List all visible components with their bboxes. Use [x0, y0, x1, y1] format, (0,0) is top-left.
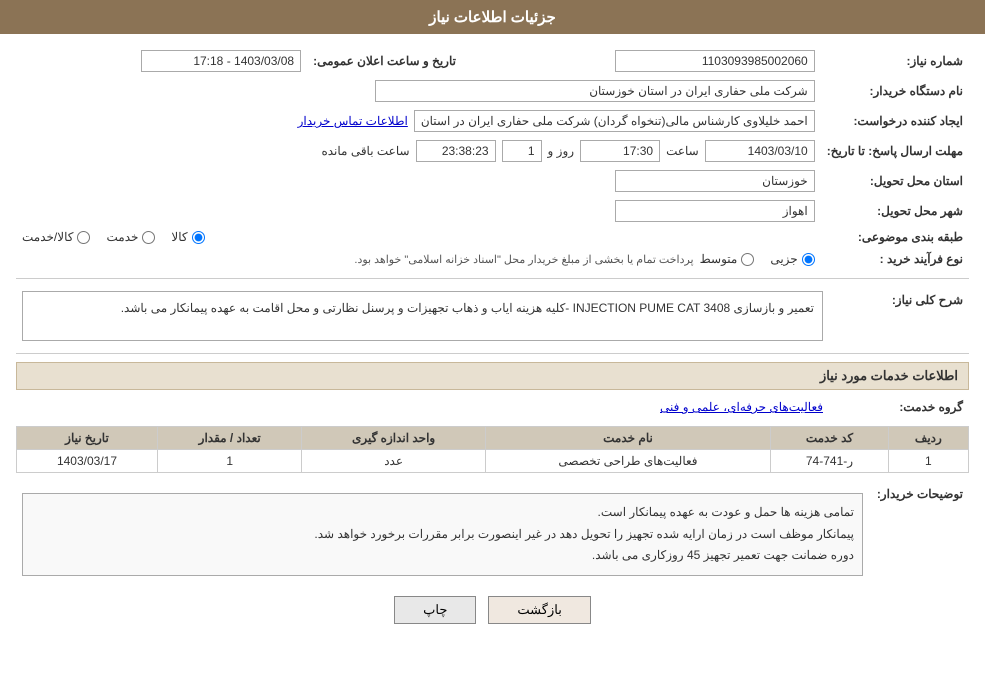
buyer-notes-table: توضیحات خریدار: تمامی هزینه ها حمل و عود…	[16, 481, 969, 580]
content-area: شماره نیاز: 1103093985002060 تاریخ و ساع…	[0, 34, 985, 636]
purchase-radio-group: متوسط جزیی	[700, 252, 815, 266]
table-row: 1 ر-741-74 فعالیت‌های طراحی تخصصی عدد 1 …	[17, 450, 969, 473]
city-cell: اهواز	[16, 196, 821, 226]
cell-code: ر-741-74	[771, 450, 889, 473]
creator-cell: احمد خلیلاوی کارشناس مالی(تنخواه گردان) …	[16, 106, 821, 136]
back-button[interactable]: بازگشت	[488, 596, 590, 624]
category-radio-kala[interactable]: کالا	[171, 230, 204, 244]
reply-remaining-label: ساعت باقی مانده	[321, 144, 409, 158]
print-button[interactable]: چاپ	[394, 596, 476, 624]
description-value: تعمیر و بازسازی INJECTION PUME CAT 3408 …	[22, 291, 823, 341]
need-number-cell: 1103093985002060	[462, 46, 821, 76]
service-group-value[interactable]: فعالیت‌های حرفه‌ای، علمی و فنی	[660, 400, 823, 414]
need-number-value: 1103093985002060	[615, 50, 815, 72]
category-radio-khadamat-input[interactable]	[142, 231, 155, 244]
category-label: طبقه بندی موضوعی:	[821, 226, 969, 248]
category-cell: کالا/خدمت خدمت کالا	[16, 226, 821, 248]
reply-days-label: روز و	[548, 144, 575, 158]
divider-2	[16, 353, 969, 354]
category-radio-kala-khadamat-input[interactable]	[77, 231, 90, 244]
reply-deadline-label: مهلت ارسال پاسخ: تا تاریخ:	[821, 136, 969, 166]
buyer-notes-cell: تمامی هزینه ها حمل و عودت به عهده پیمانک…	[16, 481, 869, 580]
reply-deadline-cell: 1403/03/10 ساعت 17:30 روز و 1 23:38:23 س…	[16, 136, 821, 166]
buyer-name-label: نام دستگاه خریدار:	[821, 76, 969, 106]
buyer-name-value: شرکت ملی حفاری ایران در استان خوزستان	[375, 80, 815, 102]
service-group-cell: فعالیت‌های حرفه‌ای، علمی و فنی	[16, 396, 829, 418]
description-cell: تعمیر و بازسازی INJECTION PUME CAT 3408 …	[16, 287, 829, 345]
purchase-type-cell: متوسط جزیی پرداخت تمام یا بخشی از مبلغ خ…	[16, 248, 821, 270]
city-label: شهر محل تحویل:	[821, 196, 969, 226]
public-announce-value: 1403/03/08 - 17:18	[141, 50, 301, 72]
cell-row: 1	[888, 450, 968, 473]
reply-deadline-row: 1403/03/10 ساعت 17:30 روز و 1 23:38:23 س…	[22, 140, 815, 162]
page-header: جزئیات اطلاعات نیاز	[0, 0, 985, 34]
purchase-radio-jozi[interactable]: جزیی	[770, 252, 814, 266]
services-table: ردیف کد خدمت نام خدمت واحد اندازه گیری ت…	[16, 426, 969, 473]
purchase-type-label: نوع فرآیند خرید :	[821, 248, 969, 270]
province-value: خوزستان	[615, 170, 815, 192]
category-radio-kala-khadamat[interactable]: کالا/خدمت	[22, 230, 90, 244]
purchase-label-motavaset: متوسط	[700, 252, 738, 266]
col-name: نام خدمت	[485, 427, 770, 450]
reply-remaining-value: 23:38:23	[416, 140, 496, 162]
creator-row: احمد خلیلاوی کارشناس مالی(تنخواه گردان) …	[22, 110, 815, 132]
col-code: کد خدمت	[771, 427, 889, 450]
reply-days-value: 1	[502, 140, 542, 162]
description-table: شرح کلی نیاز: تعمیر و بازسازی INJECTION …	[16, 287, 969, 345]
creator-link[interactable]: اطلاعات تماس خریدار	[298, 114, 408, 128]
col-date: تاریخ نیاز	[17, 427, 158, 450]
creator-value: احمد خلیلاوی کارشناس مالی(تنخواه گردان) …	[414, 110, 815, 132]
purchase-note: پرداخت تمام یا بخشی از مبلغ خریدار محل "…	[354, 253, 693, 266]
public-announce-cell: 1403/03/08 - 17:18	[16, 46, 307, 76]
info-table: شماره نیاز: 1103093985002060 تاریخ و ساع…	[16, 46, 969, 270]
category-label-khadamat: خدمت	[106, 230, 138, 244]
public-announce-label: تاریخ و ساعت اعلان عمومی:	[307, 46, 462, 76]
page-container: جزئیات اطلاعات نیاز شماره نیاز: 11030939…	[0, 0, 985, 691]
cell-name: فعالیت‌های طراحی تخصصی	[485, 450, 770, 473]
category-radio-khadamat[interactable]: خدمت	[106, 230, 155, 244]
service-group-table: گروه خدمت: فعالیت‌های حرفه‌ای، علمی و فن…	[16, 396, 969, 418]
category-radio-group: کالا/خدمت خدمت کالا	[22, 230, 815, 244]
buyer-notes-value: تمامی هزینه ها حمل و عودت به عهده پیمانک…	[22, 493, 863, 576]
need-number-label: شماره نیاز:	[821, 46, 969, 76]
services-section-title: اطلاعات خدمات مورد نیاز	[16, 362, 969, 390]
buyer-notes-label: توضیحات خریدار:	[869, 481, 969, 580]
purchase-type-row: متوسط جزیی پرداخت تمام یا بخشی از مبلغ خ…	[22, 252, 815, 266]
province-label: استان محل تحویل:	[821, 166, 969, 196]
reply-time-value: 17:30	[580, 140, 660, 162]
creator-label: ایجاد کننده درخواست:	[821, 106, 969, 136]
category-label-kala: کالا	[171, 230, 187, 244]
col-row: ردیف	[888, 427, 968, 450]
reply-time-label: ساعت	[666, 144, 699, 158]
description-label: شرح کلی نیاز:	[829, 287, 969, 345]
cell-quantity: 1	[157, 450, 302, 473]
service-group-label: گروه خدمت:	[829, 396, 969, 418]
page-title: جزئیات اطلاعات نیاز	[429, 9, 556, 26]
category-label-kala-khadamat: کالا/خدمت	[22, 230, 73, 244]
buyer-name-cell: شرکت ملی حفاری ایران در استان خوزستان	[16, 76, 821, 106]
reply-date-value: 1403/03/10	[705, 140, 815, 162]
col-qty: تعداد / مقدار	[157, 427, 302, 450]
city-value: اهواز	[615, 200, 815, 222]
button-row: بازگشت چاپ	[16, 596, 969, 624]
purchase-radio-motavaset-input[interactable]	[741, 253, 754, 266]
cell-unit: عدد	[302, 450, 485, 473]
col-unit: واحد اندازه گیری	[302, 427, 485, 450]
purchase-label-jozi: جزیی	[770, 252, 797, 266]
cell-date: 1403/03/17	[17, 450, 158, 473]
divider-1	[16, 278, 969, 279]
purchase-radio-jozi-input[interactable]	[802, 253, 815, 266]
province-cell: خوزستان	[16, 166, 821, 196]
category-radio-kala-input[interactable]	[192, 231, 205, 244]
purchase-radio-motavaset[interactable]: متوسط	[700, 252, 755, 266]
